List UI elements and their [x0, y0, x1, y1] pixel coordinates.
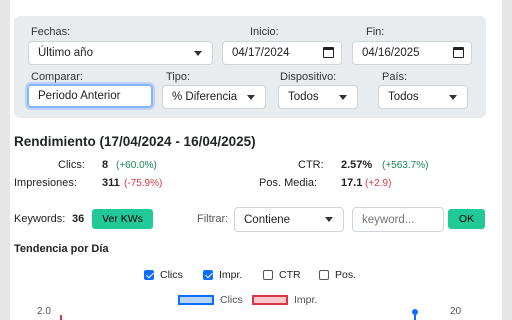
comparar-label: Comparar: — [31, 71, 83, 83]
tipo-label: Tipo: — [166, 71, 191, 83]
checkbox[interactable] — [263, 270, 273, 280]
ctr-value: 2.57% — [341, 159, 373, 171]
ctr-delta: (+563.7%) — [382, 160, 429, 171]
toggle-pos-label: Pos. — [335, 269, 357, 281]
chevron-down-icon — [325, 217, 333, 222]
y-axis-left-top-label: 2.0 — [37, 306, 51, 317]
legend-clics[interactable]: Clics — [178, 294, 243, 306]
chart-point-stem — [414, 314, 416, 320]
comparar-select[interactable]: Periodo Anterior — [27, 84, 153, 108]
pos-media-delta: (+2.9) — [365, 178, 392, 189]
toggle-impr-label: Impr. — [219, 269, 243, 281]
chevron-down-icon — [339, 95, 347, 100]
tendencia-title: Tendencia por Día — [14, 243, 109, 255]
dispositivo-label: Dispositivo: — [280, 71, 337, 83]
toggle-clics[interactable]: Clics — [144, 269, 183, 281]
legend-swatch-impr — [252, 295, 288, 305]
fin-date-input[interactable]: 04/16/2025 — [352, 41, 472, 65]
toggle-clics-label: Clics — [160, 269, 183, 281]
calendar-icon[interactable] — [453, 47, 464, 58]
checkbox[interactable] — [144, 270, 154, 280]
tipo-value: % Diferencia — [172, 91, 238, 103]
main-panel: Fechas: Último año Inicio: 04/17/2024 Fi… — [10, 0, 502, 320]
keyword-input[interactable] — [352, 207, 444, 232]
toggle-ctr[interactable]: CTR — [263, 269, 301, 281]
legend-impr-label: Impr. — [294, 294, 318, 306]
left-scrollbar-track — [0, 0, 10, 320]
pos-media-label: Pos. Media: — [259, 177, 318, 189]
fechas-select[interactable]: Último año — [28, 41, 213, 65]
impresiones-value: 311 — [102, 177, 120, 189]
dispositivo-value: Todos — [288, 91, 319, 103]
filters-card: Fechas: Último año Inicio: 04/17/2024 Fi… — [14, 16, 486, 118]
fechas-value: Último año — [38, 47, 93, 59]
legend-clics-label: Clics — [220, 294, 243, 306]
checkbox[interactable] — [319, 270, 329, 280]
clics-delta: (+60.0%) — [116, 160, 157, 171]
inicio-date-input[interactable]: 04/17/2024 — [222, 41, 342, 65]
filter-mode-select[interactable]: Contiene — [234, 207, 344, 232]
tipo-select[interactable]: % Diferencia — [162, 85, 266, 109]
fin-label: Fin: — [366, 26, 385, 38]
chevron-down-icon — [194, 51, 202, 56]
toggle-pos[interactable]: Pos. — [319, 269, 356, 281]
keywords-count: 36 — [72, 213, 85, 225]
fechas-label: Fechas: — [31, 26, 71, 38]
legend-impr[interactable]: Impr. — [252, 294, 317, 306]
pos-media-value: 17.1 — [341, 177, 363, 189]
ctr-label: CTR: — [298, 159, 324, 171]
chevron-down-icon — [247, 95, 255, 100]
rendimiento-title: Rendimiento (17/04/2024 - 16/04/2025) — [14, 134, 256, 149]
impresiones-delta: (-75.9%) — [124, 178, 163, 189]
impresiones-label: Impresiones: — [14, 177, 77, 189]
inicio-label: Inicio: — [250, 26, 279, 38]
chevron-down-icon — [449, 95, 457, 100]
pais-select[interactable]: Todos — [378, 85, 468, 109]
right-scrollbar-track[interactable] — [502, 0, 512, 320]
toggle-ctr-label: CTR — [279, 269, 301, 281]
chart-point — [60, 315, 62, 320]
pais-label: País: — [382, 71, 408, 83]
clics-label: Clics: — [58, 159, 85, 171]
filter-mode-value: Contiene — [244, 213, 291, 226]
checkbox[interactable] — [203, 270, 213, 280]
filtrar-label: Filtrar: — [197, 213, 229, 225]
legend-swatch-clics — [178, 295, 214, 305]
fin-value: 04/16/2025 — [362, 47, 420, 59]
y-axis-right-top-label: 20 — [450, 306, 462, 317]
ok-button[interactable]: OK — [448, 209, 485, 229]
toggle-impr[interactable]: Impr. — [203, 269, 242, 281]
inicio-value: 04/17/2024 — [232, 47, 290, 59]
dispositivo-select[interactable]: Todos — [278, 85, 358, 109]
calendar-icon[interactable] — [323, 47, 334, 58]
clics-value: 8 — [102, 159, 109, 171]
pais-value: Todos — [388, 91, 419, 103]
comparar-value: Periodo Anterior — [38, 90, 121, 102]
ver-kws-button[interactable]: Ver KWs — [92, 209, 153, 229]
keywords-label: Keywords: — [14, 213, 66, 225]
